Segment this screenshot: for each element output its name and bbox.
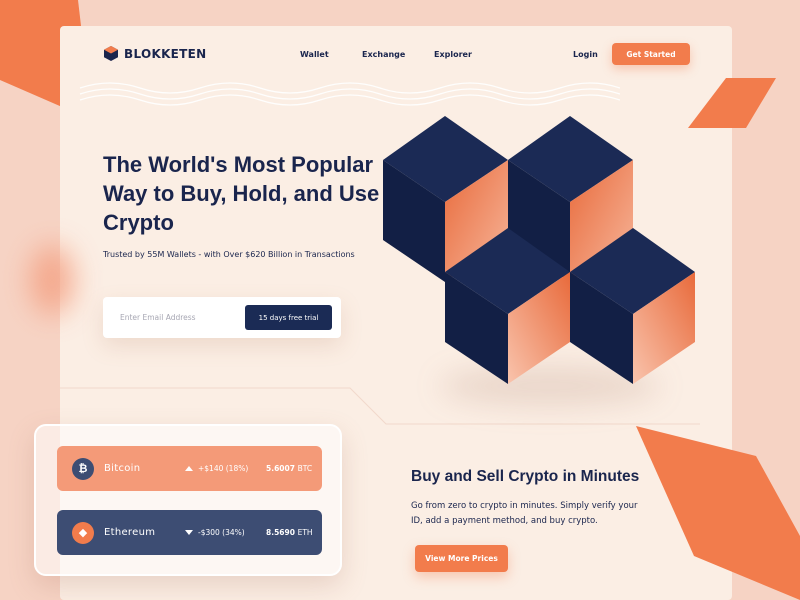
coin-amount-value: 8.5690 (266, 528, 295, 537)
login-link[interactable]: Login (573, 50, 598, 59)
bitcoin-icon: ₿ (72, 457, 94, 480)
crypto-row-ethereum[interactable]: ◆ Ethereum -$300 (34%) 8.5690 ETH (57, 510, 322, 555)
hero-subtitle: Trusted by 55M Wallets - with Over $620 … (103, 250, 355, 259)
coin-amount: 5.6007 BTC (266, 464, 312, 473)
coin-amount: 8.5690 ETH (266, 528, 313, 537)
coin-unit: BTC (297, 464, 313, 473)
coin-change: -$300 (34%) (185, 528, 245, 537)
hero-title: The World's Most Popular Way to Buy, Hol… (103, 150, 383, 237)
brand-name: BLOKKETEN (124, 46, 207, 61)
coin-amount-value: 5.6007 (266, 464, 295, 473)
hero-title-regular: The World's Most Popular Way to Buy, Hol… (103, 152, 374, 206)
arrow-up-icon (185, 466, 193, 471)
ethereum-icon: ◆ (72, 521, 94, 544)
coin-name: Ethereum (104, 527, 156, 538)
orange-shape-right (688, 78, 776, 128)
section-title: Buy and Sell Crypto in Minutes (411, 468, 640, 485)
coin-change-value: -$300 (34%) (198, 528, 245, 537)
coin-name: Bitcoin (104, 463, 141, 474)
free-trial-button[interactable]: 15 days free trial (245, 305, 332, 330)
view-more-prices-button[interactable]: View More Prices (415, 545, 508, 572)
orange-shape-bottom-right (636, 426, 800, 600)
section-body: Go from zero to crypto in minutes. Simpl… (411, 501, 638, 526)
get-started-button[interactable]: Get Started (612, 43, 690, 65)
brand-logo[interactable]: BLOKKETEN (104, 46, 207, 61)
coin-unit: ETH (297, 528, 313, 537)
email-input[interactable] (103, 297, 243, 338)
nav-link-exchange[interactable]: Exchange (362, 50, 405, 59)
crypto-prices-panel: ₿ Bitcoin +$140 (18%) 5.6007 BTC ◆ Ether… (34, 424, 342, 576)
email-signup-form: 15 days free trial (103, 297, 341, 338)
nav-link-wallet[interactable]: Wallet (300, 50, 329, 59)
nav-link-explorer[interactable]: Explorer (434, 50, 472, 59)
hexagon-cube-icon (104, 46, 118, 61)
wave-lines (79, 82, 620, 106)
coin-change-value: +$140 (18%) (198, 464, 249, 473)
blurred-decoration (30, 245, 74, 315)
isometric-cubes-illustration (383, 116, 695, 384)
crypto-row-bitcoin[interactable]: ₿ Bitcoin +$140 (18%) 5.6007 BTC (57, 446, 322, 491)
arrow-down-icon (185, 530, 193, 535)
coin-change: +$140 (18%) (185, 464, 248, 473)
